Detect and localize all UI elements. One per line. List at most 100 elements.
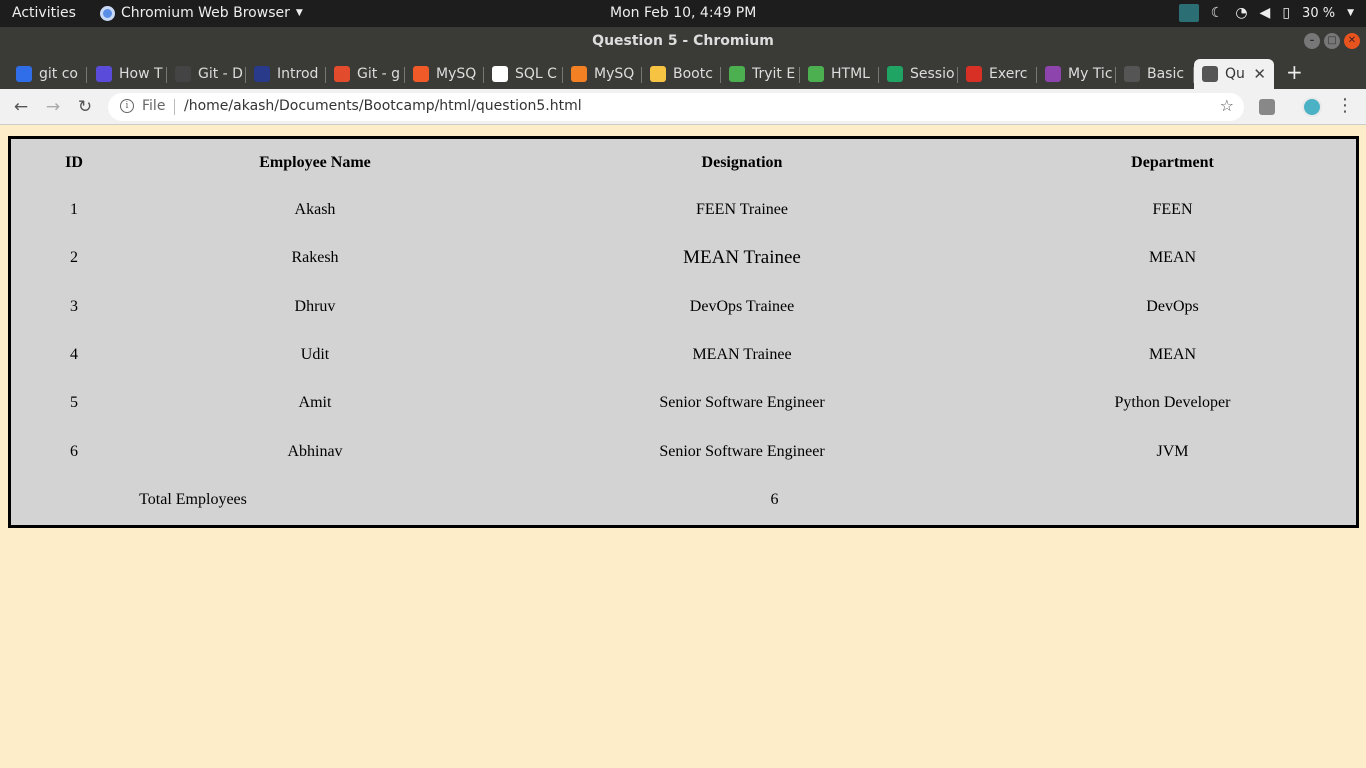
cell-id: 1: [70, 201, 78, 219]
back-arrow-icon[interactable]: ←: [10, 96, 32, 118]
header-id: ID: [65, 154, 83, 171]
tab[interactable]: MySQ: [563, 59, 642, 89]
tab[interactable]: Basic: [1116, 59, 1194, 89]
favicon-icon: [492, 66, 508, 82]
favicon-icon: [1124, 66, 1140, 82]
table-row: 6 Abhinav Senior Software Engineer JVM: [13, 428, 1354, 474]
clock[interactable]: Mon Feb 10, 4:49 PM: [610, 5, 756, 21]
cell-employee-name: Abhinav: [287, 442, 343, 460]
cell-employee-name: Akash: [294, 201, 336, 219]
favicon-icon: [729, 66, 745, 82]
tab[interactable]: Sessio: [879, 59, 958, 89]
forward-arrow-icon[interactable]: →: [42, 96, 64, 118]
reload-icon[interactable]: ↻: [74, 96, 96, 118]
tab[interactable]: Introd: [246, 59, 326, 89]
cell-employee-name: Rakesh: [291, 249, 339, 267]
cell-designation: Senior Software Engineer: [659, 442, 825, 460]
table-row: 5 Amit Senior Software Engineer Python D…: [13, 380, 1354, 426]
system-top-bar: Activities Chromium Web Browser ▼ Mon Fe…: [0, 0, 1366, 27]
tab[interactable]: How T: [88, 59, 167, 89]
tab[interactable]: MySQ: [405, 59, 484, 89]
window-title: Question 5 - Chromium: [592, 33, 774, 49]
system-monitor-icon[interactable]: [1178, 4, 1199, 22]
cell-designation: MEAN Trainee: [692, 345, 792, 363]
total-employees-value: 6: [770, 490, 779, 508]
maximize-button[interactable]: □: [1324, 33, 1340, 49]
profile-avatar[interactable]: [1302, 97, 1322, 117]
app-menu[interactable]: Chromium Web Browser ▼: [100, 5, 303, 21]
cell-department: FEEN: [1152, 201, 1193, 219]
header-designation: Designation: [701, 154, 783, 171]
tab[interactable]: Exerc: [958, 59, 1037, 89]
favicon-icon: [175, 66, 191, 82]
tab[interactable]: Tryit E: [721, 59, 800, 89]
divider: [174, 99, 175, 115]
tab[interactable]: SQL C: [484, 59, 563, 89]
favicon-icon: [413, 66, 429, 82]
close-window-button[interactable]: ✕: [1344, 33, 1360, 49]
cell-designation: MEAN Trainee: [683, 247, 801, 269]
chromium-icon: [100, 5, 115, 21]
page-content: ID Employee Name Designation Department …: [0, 126, 1366, 768]
table-row: 1 Akash FEEN Trainee FEEN: [13, 187, 1354, 233]
tab-active[interactable]: Qu ✕: [1194, 59, 1274, 89]
extension-icon[interactable]: [1259, 99, 1275, 115]
cell-employee-name: Udit: [300, 345, 330, 363]
new-tab-button[interactable]: +: [1286, 60, 1303, 84]
favicon-icon: [16, 66, 32, 82]
cell-id: 6: [70, 442, 78, 460]
toolbar: ← → ↻ i File /home/akash/Documents/Bootc…: [0, 89, 1366, 125]
cell-designation: Senior Software Engineer: [659, 394, 825, 412]
tab-label: MySQ: [436, 66, 477, 82]
menu-dots-icon[interactable]: ⋮: [1336, 96, 1354, 116]
night-light-icon: ☾: [1210, 5, 1224, 21]
tab-label: Git - g: [357, 66, 401, 82]
tab[interactable]: My Tic: [1037, 59, 1116, 89]
cell-department: DevOps: [1146, 297, 1199, 315]
header-employee-name: Employee Name: [259, 154, 371, 171]
favicon-icon: [96, 66, 112, 82]
minimize-button[interactable]: –: [1304, 33, 1320, 49]
system-tray[interactable]: ☾ ◔ ◀ ▯ 30 % ▼: [1178, 4, 1354, 22]
cell-employee-name: Dhruv: [294, 297, 336, 315]
tab[interactable]: Git - g: [326, 59, 405, 89]
cell-department: Python Developer: [1114, 394, 1231, 412]
tab-label: Bootc: [673, 66, 713, 82]
window-controls: – □ ✕: [1304, 33, 1360, 49]
tab-label: MySQ: [594, 66, 635, 82]
app-menu-label: Chromium Web Browser: [121, 5, 290, 21]
tab-label: Git - D: [198, 66, 243, 82]
cell-department: MEAN: [1148, 345, 1197, 363]
caret-down-icon: ▼: [295, 8, 303, 18]
table-header-row: ID Employee Name Designation Department: [13, 141, 1354, 185]
favicon-icon: [966, 66, 982, 82]
address-bar[interactable]: i File /home/akash/Documents/Bootcamp/ht…: [108, 93, 1244, 121]
cell-id: 2: [70, 249, 78, 267]
tab[interactable]: git co: [8, 59, 87, 89]
caret-down-icon: ▼: [1347, 8, 1354, 18]
info-icon[interactable]: i: [120, 99, 134, 113]
favicon-icon: [887, 66, 903, 82]
volume-icon: ◀: [1259, 5, 1271, 21]
close-tab-icon[interactable]: ✕: [1253, 65, 1266, 83]
wifi-icon: ◔: [1235, 5, 1248, 21]
battery-icon: ▯: [1282, 5, 1291, 21]
table-row: 2 Rakesh MEAN Trainee MEAN: [13, 235, 1354, 281]
tab-strip: git co How T Git - D Introd Git - g MySQ SQL C…: [0, 55, 1366, 89]
favicon-icon: [1045, 66, 1061, 82]
total-employees-label: Total Employees: [139, 490, 247, 508]
header-department: Department: [1131, 154, 1214, 171]
table-row: 4 Udit MEAN Trainee MEAN: [13, 332, 1354, 378]
activities-button[interactable]: Activities: [12, 5, 76, 21]
bookmark-star-icon[interactable]: ☆: [1220, 96, 1234, 115]
tab[interactable]: Git - D: [167, 59, 246, 89]
tab-label: git co: [39, 66, 78, 82]
tab[interactable]: HTML: [800, 59, 879, 89]
cell-department: MEAN: [1148, 249, 1197, 267]
tab-label: Sessio: [910, 66, 955, 82]
url-text[interactable]: /home/akash/Documents/Bootcamp/html/ques…: [184, 98, 582, 114]
cell-id: 4: [70, 345, 78, 363]
favicon-icon: [1202, 66, 1218, 82]
cell-department: JVM: [1156, 442, 1189, 460]
tab[interactable]: Bootc: [642, 59, 721, 89]
